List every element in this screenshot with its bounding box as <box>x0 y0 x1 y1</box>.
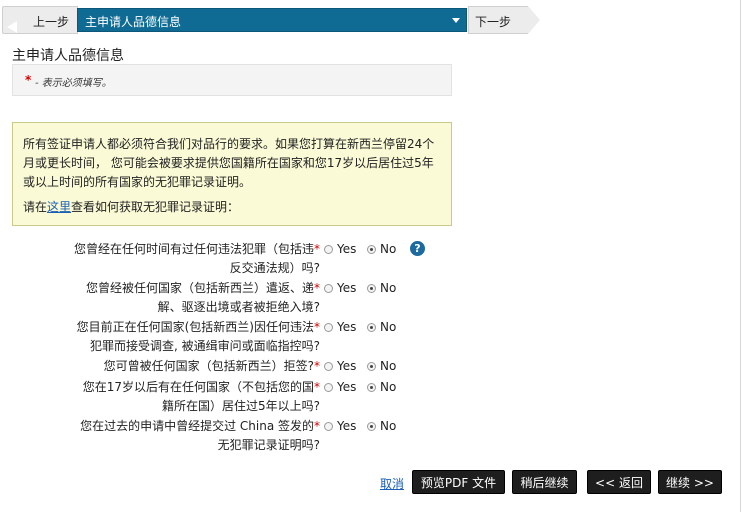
no-label: No <box>380 359 397 373</box>
arrow-left-icon <box>7 21 17 33</box>
required-star: * <box>314 320 320 334</box>
no-radio[interactable] <box>367 362 376 371</box>
yes-label: Yes <box>337 419 357 433</box>
question-text-line2: 籍所在国）居住过5年以上吗? <box>161 399 320 413</box>
yes-label: Yes <box>337 359 357 373</box>
question-text-line2: 犯罪而接受调查, 被通缉审问或面临指控吗? <box>90 339 320 353</box>
back-button[interactable]: << 返回 <box>587 470 651 494</box>
no-label: No <box>380 380 397 394</box>
yes-label: Yes <box>337 320 357 334</box>
page-title: 主申请人品德信息 <box>12 48 124 64</box>
cancel-link[interactable]: 取消 <box>380 475 404 492</box>
next-step-button[interactable]: 下一步 <box>468 6 528 34</box>
previous-step-button[interactable]: 上一步 <box>2 6 78 34</box>
arrow-right-icon <box>528 6 540 34</box>
no-radio[interactable] <box>367 284 376 293</box>
no-radio[interactable] <box>367 323 376 332</box>
question-label: 您曾经被任何国家（包括新西兰）遣返、递* 解、驱逐出境或者被拒绝入境? <box>40 279 320 317</box>
yes-radio[interactable] <box>324 245 333 254</box>
no-label: No <box>380 419 397 433</box>
notice-link-prefix: 请在 <box>23 200 48 214</box>
required-note-text: - 表示必须填写。 <box>35 78 112 89</box>
question-text-line1: 您在过去的申请中曾经提交过 China 签发的 <box>80 419 314 433</box>
preview-pdf-button[interactable]: 预览PDF 文件 <box>412 470 505 494</box>
yes-radio[interactable] <box>324 362 333 371</box>
question-text-line2: 解、驱逐出境或者被拒绝入境? <box>157 300 320 314</box>
step-navigation: 上一步 主申请人品德信息 下一步 <box>0 0 743 38</box>
no-option[interactable]: No <box>367 240 396 259</box>
yes-option[interactable]: Yes <box>324 417 356 436</box>
required-star: * <box>314 380 320 394</box>
question-text-line1: 您曾经被任何国家（包括新西兰）遣返、递 <box>85 281 314 295</box>
police-certificate-info-link[interactable]: 这里 <box>47 200 71 214</box>
question-label: 您可曾被任何国家（包括新西兰）拒签?* <box>40 357 320 376</box>
no-option[interactable]: No <box>367 378 396 397</box>
no-label: No <box>380 320 397 334</box>
save-and-continue-later-button[interactable]: 稍后继续 <box>512 470 577 494</box>
question-text-line2: 反交通法规）吗? <box>229 261 320 275</box>
question-text-line1: 您目前正在任何国家(包括新西兰)因任何违法 <box>76 320 314 334</box>
yes-option[interactable]: Yes <box>324 357 356 376</box>
yes-radio[interactable] <box>324 383 333 392</box>
required-fields-note: * - 表示必须填写。 <box>12 64 452 96</box>
yes-radio[interactable] <box>324 284 333 293</box>
question-label: 您在过去的申请中曾经提交过 China 签发的* 无犯罪记录证明吗? <box>40 417 320 455</box>
required-star: * <box>314 359 320 373</box>
section-select-value: 主申请人品德信息 <box>85 15 182 29</box>
question-text-line1: 您可曾被任何国家（包括新西兰）拒签? <box>103 359 314 373</box>
question-label: 您在17岁以后有在任何国家（不包括您的国* 籍所在国）居住过5年以上吗? <box>40 378 320 416</box>
question-text-line1: 您曾经在任何时间有过任何违法犯罪（包括违 <box>73 242 314 256</box>
yes-label: Yes <box>337 281 357 295</box>
required-star: * <box>314 281 320 295</box>
no-radio[interactable] <box>367 422 376 431</box>
no-option[interactable]: No <box>367 318 396 337</box>
next-step-label: 下一步 <box>475 15 512 29</box>
yes-option[interactable]: Yes <box>324 279 356 298</box>
no-option[interactable]: No <box>367 417 396 436</box>
section-select[interactable]: 主申请人品德信息 <box>77 8 467 32</box>
required-star: * <box>314 419 320 433</box>
no-label: No <box>380 281 397 295</box>
yes-label: Yes <box>337 380 357 394</box>
question-label: 您目前正在任何国家(包括新西兰)因任何违法* 犯罪而接受调查, 被通缉审问或面临… <box>40 318 320 356</box>
no-radio[interactable] <box>367 245 376 254</box>
no-option[interactable]: No <box>367 279 396 298</box>
yes-label: Yes <box>337 242 357 256</box>
no-radio[interactable] <box>367 383 376 392</box>
notice-link-paragraph: 请在这里查看如何获取无犯罪记录证明： <box>23 198 441 217</box>
yes-option[interactable]: Yes <box>324 378 356 397</box>
character-requirements-notice: 所有签证申请人都必须符合我们对品行的要求。如果您打算在新西兰停留24个月或更长时… <box>12 122 452 226</box>
yes-option[interactable]: Yes <box>324 318 356 337</box>
right-divider <box>740 0 741 512</box>
no-option[interactable]: No <box>367 357 396 376</box>
help-icon[interactable]: ? <box>410 241 425 256</box>
required-star: * <box>25 73 32 87</box>
question-text-line2: 无犯罪记录证明吗? <box>217 438 320 452</box>
yes-radio[interactable] <box>324 323 333 332</box>
previous-step-label: 上一步 <box>33 15 70 29</box>
form-actions: 取消 预览PDF 文件 稍后继续 << 返回 继续 >> <box>0 470 743 496</box>
yes-radio[interactable] <box>324 422 333 431</box>
chevron-down-icon <box>452 18 460 23</box>
continue-button[interactable]: 继续 >> <box>658 470 722 494</box>
notice-paragraph: 所有签证申请人都必须符合我们对品行的要求。如果您打算在新西兰停留24个月或更长时… <box>23 137 435 189</box>
no-label: No <box>380 242 397 256</box>
question-text-line1: 您在17岁以后有在任何国家（不包括您的国 <box>82 380 314 394</box>
yes-option[interactable]: Yes <box>324 240 356 259</box>
required-star: * <box>314 242 320 256</box>
question-label: 您曾经在任何时间有过任何违法犯罪（包括违* 反交通法规）吗? <box>40 240 320 278</box>
notice-link-suffix: 查看如何获取无犯罪记录证明： <box>71 200 240 214</box>
